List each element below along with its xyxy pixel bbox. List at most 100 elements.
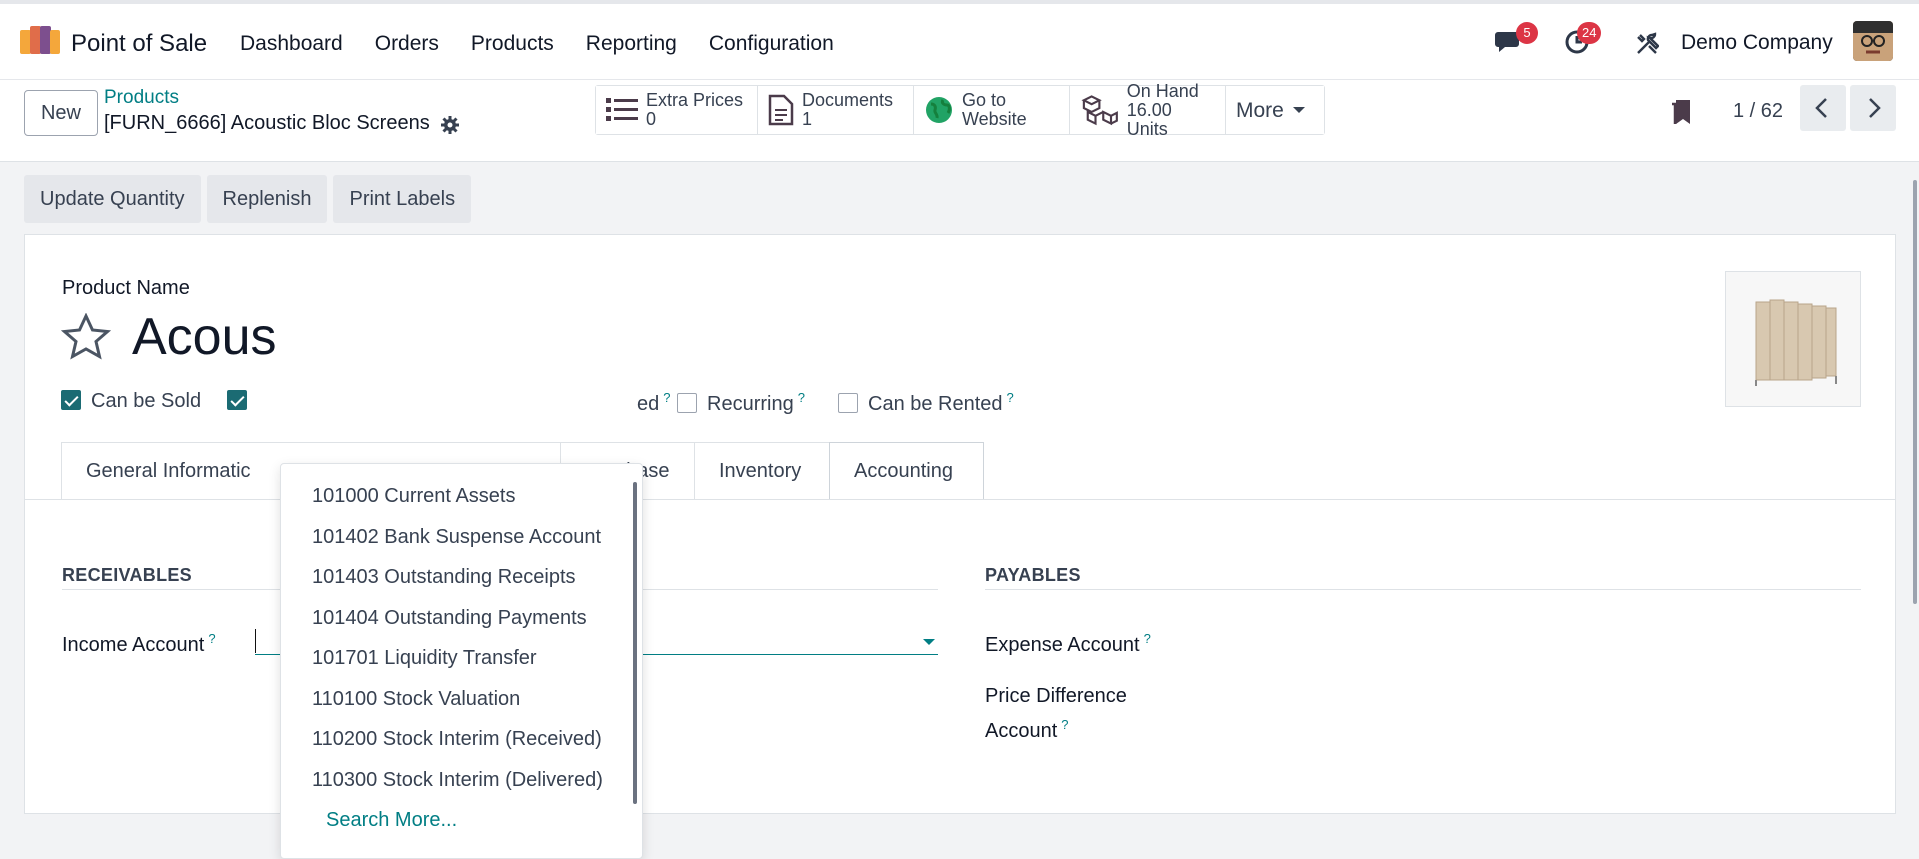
recurring-label: Recurring <box>707 393 794 415</box>
dropdown-option[interactable]: 101403 Outstanding Receipts <box>312 566 576 589</box>
on-hand-button[interactable]: On Hand 16.00 Units <box>1070 81 1226 138</box>
avatar[interactable] <box>1853 21 1893 61</box>
checkbox-checked <box>227 390 247 410</box>
product-name-label: Product Name <box>62 277 190 299</box>
checkbox-checked <box>61 390 81 410</box>
dropdown-option[interactable]: 101000 Current Assets <box>312 485 515 508</box>
form-sheet: Product Name Acous Can be Sold ed? Recur… <box>24 234 1896 859</box>
menu-orders[interactable]: Orders <box>375 32 439 56</box>
pager-previous-button[interactable] <box>1800 85 1846 131</box>
checkbox-unchecked <box>677 393 697 413</box>
help-tooltip-icon[interactable]: ? <box>1061 717 1068 732</box>
tab-accounting[interactable]: Accounting <box>829 442 984 500</box>
new-button[interactable]: New <box>24 90 98 136</box>
payables-divider <box>985 589 1861 590</box>
help-tooltip-icon[interactable]: ? <box>208 631 215 646</box>
menu-reporting[interactable]: Reporting <box>586 32 677 56</box>
dropdown-option[interactable]: 101402 Bank Suspense Account <box>312 526 601 549</box>
tools-icon[interactable] <box>1635 32 1659 56</box>
can-be-purchased-checkbox[interactable] <box>227 390 257 413</box>
point-of-sale-logo-icon[interactable] <box>20 26 60 56</box>
on-hand-label: On Hand <box>1126 80 1199 101</box>
product-image[interactable] <box>1725 271 1861 407</box>
dropdown-option[interactable]: 110200 Stock Interim (Received) <box>312 728 602 751</box>
go-to-website-line2: Website <box>962 109 1027 129</box>
income-account-label-text: Income Account <box>62 634 205 656</box>
smart-buttons: Extra Prices 0 Documents 1 Go to Website <box>595 81 1325 138</box>
dropdown-option[interactable]: 101404 Outstanding Payments <box>312 607 587 630</box>
action-bar: Update Quantity Replenish Print Labels <box>24 175 472 223</box>
help-tooltip-icon[interactable]: ? <box>663 390 670 405</box>
price-difference-account-label: Account? <box>985 717 1069 743</box>
print-labels-button[interactable]: Print Labels <box>333 175 472 223</box>
main-menu: Dashboard Orders Products Reporting Conf… <box>240 32 866 56</box>
extra-prices-button[interactable]: Extra Prices 0 <box>596 86 758 134</box>
menu-products[interactable]: Products <box>471 32 554 56</box>
star-icon[interactable] <box>61 313 111 361</box>
chevron-left-icon <box>1815 98 1827 118</box>
activities-button[interactable]: 24 <box>1563 22 1602 61</box>
on-hand-value: 16.00 Units <box>1126 99 1172 139</box>
go-to-website-button[interactable]: Go to Website <box>914 86 1070 134</box>
menu-dashboard[interactable]: Dashboard <box>240 32 343 56</box>
top-navbar: Point of Sale Dashboard Orders Products … <box>0 0 1919 80</box>
messages-badge: 5 <box>1516 22 1538 44</box>
income-account-label: Income Account? <box>62 631 216 657</box>
menu-configuration[interactable]: Configuration <box>709 32 834 56</box>
checkbox-label-fragment: ed <box>637 393 660 415</box>
dropdown-scrollbar[interactable] <box>633 482 637 804</box>
help-tooltip-icon[interactable]: ? <box>1007 390 1014 405</box>
payables-section-title: PAYABLES <box>985 565 1081 585</box>
can-be-rented-checkbox[interactable]: Can be Rented? <box>838 390 1014 416</box>
expense-account-label-text: Expense Account <box>985 634 1140 656</box>
caret-down-icon <box>1292 107 1305 113</box>
gear-icon[interactable] <box>440 115 460 135</box>
page-scrollbar[interactable] <box>1913 180 1917 604</box>
go-to-website-line1: Go to <box>962 90 1007 110</box>
caret-down-icon[interactable] <box>922 637 936 647</box>
checkbox-unchecked <box>838 393 858 413</box>
user-avatar-icon <box>1853 21 1893 61</box>
documents-button[interactable]: Documents 1 <box>758 86 914 134</box>
dropdown-option[interactable]: 110300 Stock Interim (Delivered) <box>312 769 603 792</box>
documents-count: 1 <box>802 109 813 129</box>
can-be-purchased-label-fragment: ed? <box>637 390 670 416</box>
list-icon <box>606 98 638 121</box>
document-icon <box>768 94 794 126</box>
bookmark-icon[interactable] <box>1670 98 1692 126</box>
dropdown-option[interactable]: 110100 Stock Valuation <box>312 688 520 711</box>
search-more-link[interactable]: Search More... <box>326 809 457 832</box>
recurring-checkbox[interactable]: Recurring? <box>677 390 805 416</box>
documents-label: Documents <box>802 90 894 110</box>
extra-prices-count: 0 <box>646 109 657 129</box>
record-title: [FURN_6666] Acoustic Bloc Screens <box>104 112 430 134</box>
pager-value[interactable]: 1 / 62 <box>1733 100 1783 123</box>
can-be-sold-checkbox[interactable]: Can be Sold <box>61 390 201 413</box>
app-name[interactable]: Point of Sale <box>71 30 207 58</box>
expense-account-label: Expense Account? <box>985 631 1151 657</box>
product-name-input[interactable]: Acous <box>132 307 277 367</box>
help-tooltip-icon[interactable]: ? <box>798 390 805 405</box>
receivables-section-title: RECEIVABLES <box>62 565 192 585</box>
globe-icon <box>926 97 952 123</box>
activities-badge: 24 <box>1577 22 1602 44</box>
chevron-right-icon <box>1869 98 1881 118</box>
messages-button[interactable]: 5 <box>1494 22 1538 61</box>
can-be-sold-label: Can be Sold <box>91 390 202 412</box>
dropdown-option[interactable]: 101701 Liquidity Transfer <box>312 647 537 670</box>
pager-next-button[interactable] <box>1850 85 1896 131</box>
company-switcher[interactable]: Demo Company <box>1681 31 1833 55</box>
breadcrumb[interactable]: Products <box>104 87 179 109</box>
acoustic-screen-image <box>1755 299 1837 386</box>
more-label: More <box>1236 98 1284 122</box>
can-be-rented-label: Can be Rented <box>868 393 1003 415</box>
update-quantity-button[interactable]: Update Quantity <box>24 175 201 223</box>
control-panel: New Products [FURN_6666] Acoustic Bloc S… <box>0 80 1919 162</box>
price-difference-account-label-line2: Account <box>985 720 1058 742</box>
more-button[interactable]: More <box>1226 86 1324 134</box>
replenish-button[interactable]: Replenish <box>206 175 328 223</box>
tab-inventory[interactable]: Inventory <box>694 442 830 500</box>
help-tooltip-icon[interactable]: ? <box>1144 631 1151 646</box>
text-cursor <box>255 629 256 653</box>
account-autocomplete-dropdown: 101000 Current Assets 101402 Bank Suspen… <box>280 463 643 859</box>
